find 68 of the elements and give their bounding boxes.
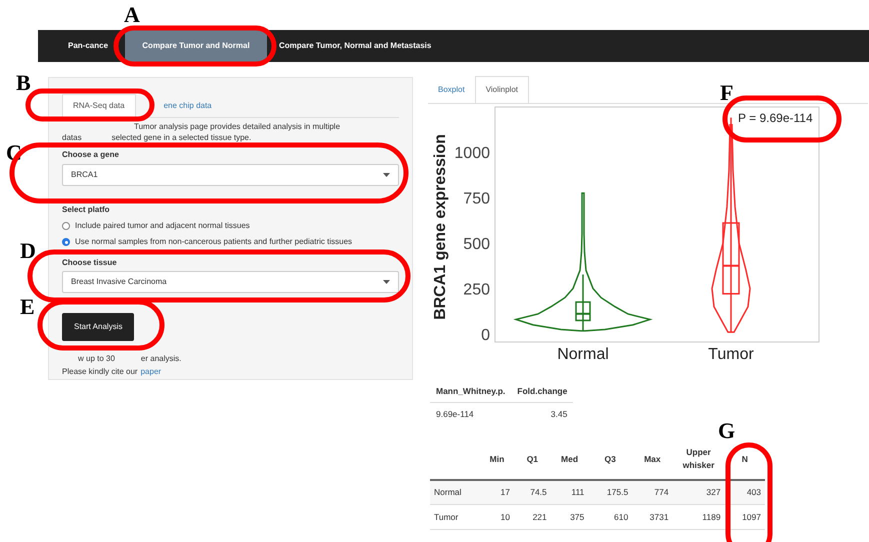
tick-label: 1000 bbox=[454, 145, 490, 162]
table-cell: 9.69e-114 bbox=[430, 402, 512, 426]
data-tab[interactable]: ene chip data bbox=[136, 95, 212, 117]
annotation-letter: D bbox=[20, 240, 36, 262]
field-label: Choose tissue bbox=[62, 258, 117, 267]
cite-text: Please kindly cite our bbox=[62, 367, 138, 377]
field-label: Choose a gene bbox=[62, 150, 119, 159]
nav-tab[interactable]: Compare Tumor and Normal bbox=[125, 30, 267, 62]
table-cell: 17 bbox=[480, 480, 514, 504]
note-text: w up to 30 bbox=[78, 354, 115, 364]
axis-label: BRCA1 gene expression bbox=[432, 134, 449, 320]
column-header: Mann_Whitney.p. bbox=[430, 381, 512, 402]
start-analysis-button[interactable]: Start Analysis bbox=[62, 313, 134, 341]
category-label: Tumor bbox=[708, 346, 754, 363]
column-header: Upper whisker bbox=[672, 440, 725, 480]
gene-select[interactable]: BRCA1 bbox=[62, 164, 399, 186]
column-header: Q1 bbox=[514, 440, 551, 480]
plot-tab[interactable]: Boxplot bbox=[428, 77, 475, 103]
caret-icon bbox=[383, 173, 390, 177]
column-header: Q3 bbox=[588, 440, 632, 480]
nav-tab[interactable]: Compare Tumor, Normal and Metastasis bbox=[267, 30, 432, 62]
annotation-letter: F bbox=[720, 82, 734, 104]
radio-button[interactable] bbox=[62, 238, 70, 246]
radio-button[interactable] bbox=[62, 222, 70, 230]
column-header: Min bbox=[480, 440, 514, 480]
table-cell: 1097 bbox=[724, 504, 765, 530]
table-cell: 403 bbox=[724, 480, 765, 504]
column-header: Med bbox=[550, 440, 588, 480]
table-cell: 74.5 bbox=[514, 480, 551, 504]
tick-label: 750 bbox=[463, 190, 490, 208]
column-header: N bbox=[724, 440, 765, 480]
description-text: selected gene in a selected tissue type. bbox=[112, 132, 252, 143]
table-cell: Tumor bbox=[430, 504, 480, 530]
radio-label: Include paired tumor and adjacent normal tissues bbox=[75, 221, 250, 231]
description-text: datas bbox=[62, 132, 82, 143]
annotation-letter: G bbox=[718, 420, 736, 442]
tissue-select[interactable]: Breast Invasive Carcinoma bbox=[62, 271, 399, 293]
table-cell: 774 bbox=[632, 480, 673, 504]
annotation-letter: B bbox=[16, 72, 31, 94]
paper-link[interactable]: paper bbox=[140, 367, 162, 377]
table-cell: 3.45 bbox=[511, 402, 574, 426]
tick-label: 0 bbox=[481, 327, 490, 344]
table-cell: 610 bbox=[588, 504, 632, 530]
column-header: Max bbox=[632, 440, 673, 480]
radio-label: Use normal samples from non-cancerous patients and further pediatric tissues bbox=[75, 237, 352, 247]
table-cell: 3731 bbox=[632, 504, 673, 530]
field-label: Select platfo bbox=[62, 205, 110, 214]
category-label: Normal bbox=[557, 346, 609, 363]
table-cell: 375 bbox=[550, 504, 588, 530]
table-cell: 327 bbox=[672, 480, 725, 504]
column-header: Fold.change bbox=[511, 381, 574, 402]
caret-icon bbox=[383, 280, 390, 284]
table-cell: 1189 bbox=[672, 504, 725, 530]
table-cell: 111 bbox=[550, 480, 588, 504]
tick-label: 250 bbox=[463, 282, 490, 298]
annotation-letter: A bbox=[124, 4, 140, 26]
data-tab[interactable]: RNA-Seq data bbox=[62, 94, 136, 117]
note-text: er analysis. bbox=[140, 354, 182, 364]
p-value-text: P = 9.69e-114 bbox=[738, 111, 813, 125]
annotation-letter: E bbox=[20, 296, 35, 318]
table-cell: 10 bbox=[480, 504, 514, 530]
table-cell: Normal bbox=[430, 480, 480, 504]
plot-tab[interactable]: Violinplot bbox=[474, 76, 530, 103]
description-text: Tumor analysis page provides detailed analysis in multiple bbox=[133, 121, 342, 132]
nav-tab[interactable]: Pan-cance bbox=[62, 30, 125, 62]
table-cell: 221 bbox=[514, 504, 551, 530]
tick-label: 500 bbox=[463, 236, 490, 253]
table-cell: 175.5 bbox=[588, 480, 632, 504]
